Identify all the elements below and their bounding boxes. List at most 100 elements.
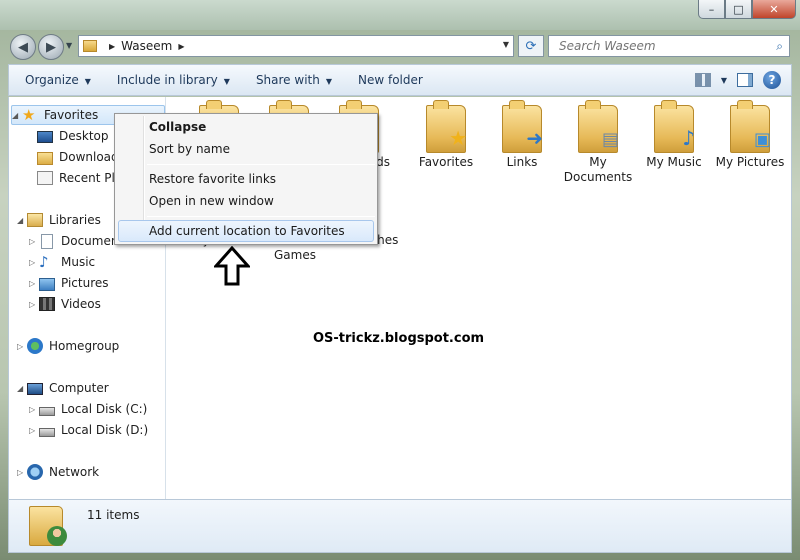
nav-videos[interactable]: ▷ Videos (29, 294, 101, 314)
chevron-down-icon: ▼ (84, 77, 91, 86)
expand-arrow-icon[interactable]: ◢ (17, 384, 27, 393)
folder-icon: ▣ (730, 100, 771, 153)
help-icon[interactable]: ? (763, 71, 781, 89)
context-menu: Collapse Sort by name Restore favorite l… (114, 113, 378, 245)
search-icon[interactable]: ⌕ (776, 39, 783, 54)
folder-item[interactable]: ▤ My Documents (559, 100, 637, 185)
change-view-icon[interactable] (694, 73, 711, 87)
menu-item-collapse[interactable]: Collapse (149, 116, 206, 138)
menu-item-open-in-new-window[interactable]: Open in new window (149, 190, 274, 212)
title-bar: – □ ✕ (0, 0, 800, 30)
nav-music[interactable]: ▷ ♪ Music (29, 252, 95, 272)
collapse-arrow-icon[interactable]: ▷ (29, 300, 39, 309)
refresh-button[interactable]: ⟳ (518, 35, 544, 57)
breadcrumb-chevron-icon[interactable]: ▶ (109, 42, 115, 51)
search-input[interactable] (557, 38, 757, 54)
document-icon: ▤ (601, 129, 619, 150)
chevron-down-icon: ▼ (325, 77, 332, 86)
collapse-arrow-icon[interactable]: ▷ (29, 426, 39, 435)
preview-pane-icon[interactable] (737, 73, 753, 87)
new-folder-button[interactable]: New folder (358, 73, 423, 87)
collapse-arrow-icon[interactable]: ▷ (29, 237, 39, 246)
recent-places-icon (37, 171, 53, 185)
collapse-arrow-icon[interactable]: ▷ (29, 279, 39, 288)
view-dropdown-icon[interactable]: ▼ (721, 76, 727, 85)
watermark-text: OS-trickz.blogspot.com (313, 331, 485, 346)
address-bar[interactable]: ▶ Waseem ▶ ▼ (78, 35, 514, 57)
nav-homegroup[interactable]: ▷ Homegroup (17, 336, 119, 356)
documents-icon (41, 233, 53, 249)
address-row: ◀ ▶ ▼ ▶ Waseem ▶ ▼ ⟳ ⌕ (0, 30, 800, 62)
nav-local-disk-d[interactable]: ▷ Local Disk (D:) (29, 420, 148, 440)
item-count: 11 items (87, 508, 140, 522)
nav-network-label: Network (49, 465, 100, 479)
nav-pictures[interactable]: ▷ Pictures (29, 273, 109, 293)
menu-item-sort-by-name[interactable]: Sort by name (149, 138, 230, 160)
maximize-button[interactable]: □ (725, 0, 752, 19)
collapse-arrow-icon[interactable]: ▷ (29, 405, 39, 414)
homegroup-icon (27, 338, 43, 354)
recent-pages-dropdown-icon[interactable]: ▼ (66, 41, 72, 50)
menu-item-add-current-location[interactable]: Add current location to Favorites (149, 220, 345, 242)
folder-item[interactable]: ♪ My Music (635, 100, 713, 170)
collapse-arrow-icon[interactable]: ▷ (29, 258, 39, 267)
expand-arrow-icon[interactable]: ◢ (12, 111, 22, 120)
folder-icon: ♪ (654, 100, 695, 153)
nav-libraries[interactable]: ◢ Libraries (17, 210, 101, 230)
forward-button[interactable]: ▶ (38, 34, 64, 60)
nav-computer[interactable]: ◢ Computer (17, 378, 109, 398)
arrow-icon: ➜ (526, 126, 543, 150)
share-with-menu[interactable]: Share with ▼ (256, 73, 332, 87)
picture-icon: ▣ (753, 129, 771, 150)
videos-icon (39, 297, 55, 311)
back-button[interactable]: ◀ (10, 34, 36, 60)
local-disk-icon (39, 427, 55, 437)
nav-libraries-label: Libraries (49, 213, 101, 227)
include-in-library-menu[interactable]: Include in library ▼ (117, 73, 230, 87)
address-dropdown-icon[interactable]: ▼ (503, 40, 509, 49)
folder-icon: ▤ (578, 100, 619, 153)
details-pane: 11 items (8, 499, 792, 553)
nav-network[interactable]: ▷ Network (17, 462, 99, 482)
nav-downloads[interactable]: Downloads (37, 147, 125, 167)
collapse-arrow-icon[interactable]: ▷ (17, 468, 27, 477)
expand-arrow-icon[interactable]: ◢ (17, 216, 27, 225)
libraries-icon (27, 213, 43, 227)
menu-separator (147, 216, 375, 217)
window-controls: – □ ✕ (698, 0, 796, 19)
chevron-down-icon: ▼ (223, 77, 230, 86)
network-icon (27, 464, 43, 480)
nav-disk-c-label: Local Disk (C:) (61, 402, 148, 416)
star-icon: ★ (22, 106, 36, 124)
search-box[interactable]: ⌕ (548, 35, 790, 57)
collapse-arrow-icon[interactable]: ▷ (17, 342, 27, 351)
nav-music-label: Music (61, 255, 96, 269)
breadcrumb-segment[interactable]: Waseem (121, 39, 172, 53)
nav-disk-d-label: Local Disk (D:) (61, 423, 149, 437)
close-button[interactable]: ✕ (752, 0, 796, 19)
music-icon: ♪ (682, 126, 695, 150)
nav-local-disk-c[interactable]: ▷ Local Disk (C:) (29, 399, 147, 419)
organize-menu[interactable]: Organize ▼ (25, 73, 91, 87)
nav-homegroup-label: Homegroup (49, 339, 120, 353)
menu-separator (147, 164, 375, 165)
nav-videos-label: Videos (61, 297, 101, 311)
computer-icon (27, 382, 43, 395)
folder-item[interactable]: ▣ My Pictures (711, 100, 789, 170)
folder-label: Links (506, 155, 538, 169)
back-arrow-icon: ◀ (18, 39, 28, 55)
downloads-folder-icon (37, 151, 53, 165)
minimize-button[interactable]: – (698, 0, 725, 19)
nav-desktop[interactable]: Desktop (37, 126, 109, 146)
folder-item[interactable]: ➜ Links (483, 100, 561, 170)
local-disk-icon (39, 406, 55, 416)
menu-item-restore-favorite-links[interactable]: Restore favorite links (149, 168, 276, 190)
include-label: Include in library (116, 73, 218, 87)
folder-icon: ★ (426, 100, 467, 153)
folder-item[interactable]: ★ Favorites (407, 100, 485, 170)
toolbar-right: ▼ ? (694, 71, 781, 89)
breadcrumb-chevron-icon[interactable]: ▶ (178, 42, 184, 51)
music-icon: ♪ (39, 253, 49, 271)
nav-computer-label: Computer (49, 381, 109, 395)
folder-label: My Music (646, 155, 702, 169)
